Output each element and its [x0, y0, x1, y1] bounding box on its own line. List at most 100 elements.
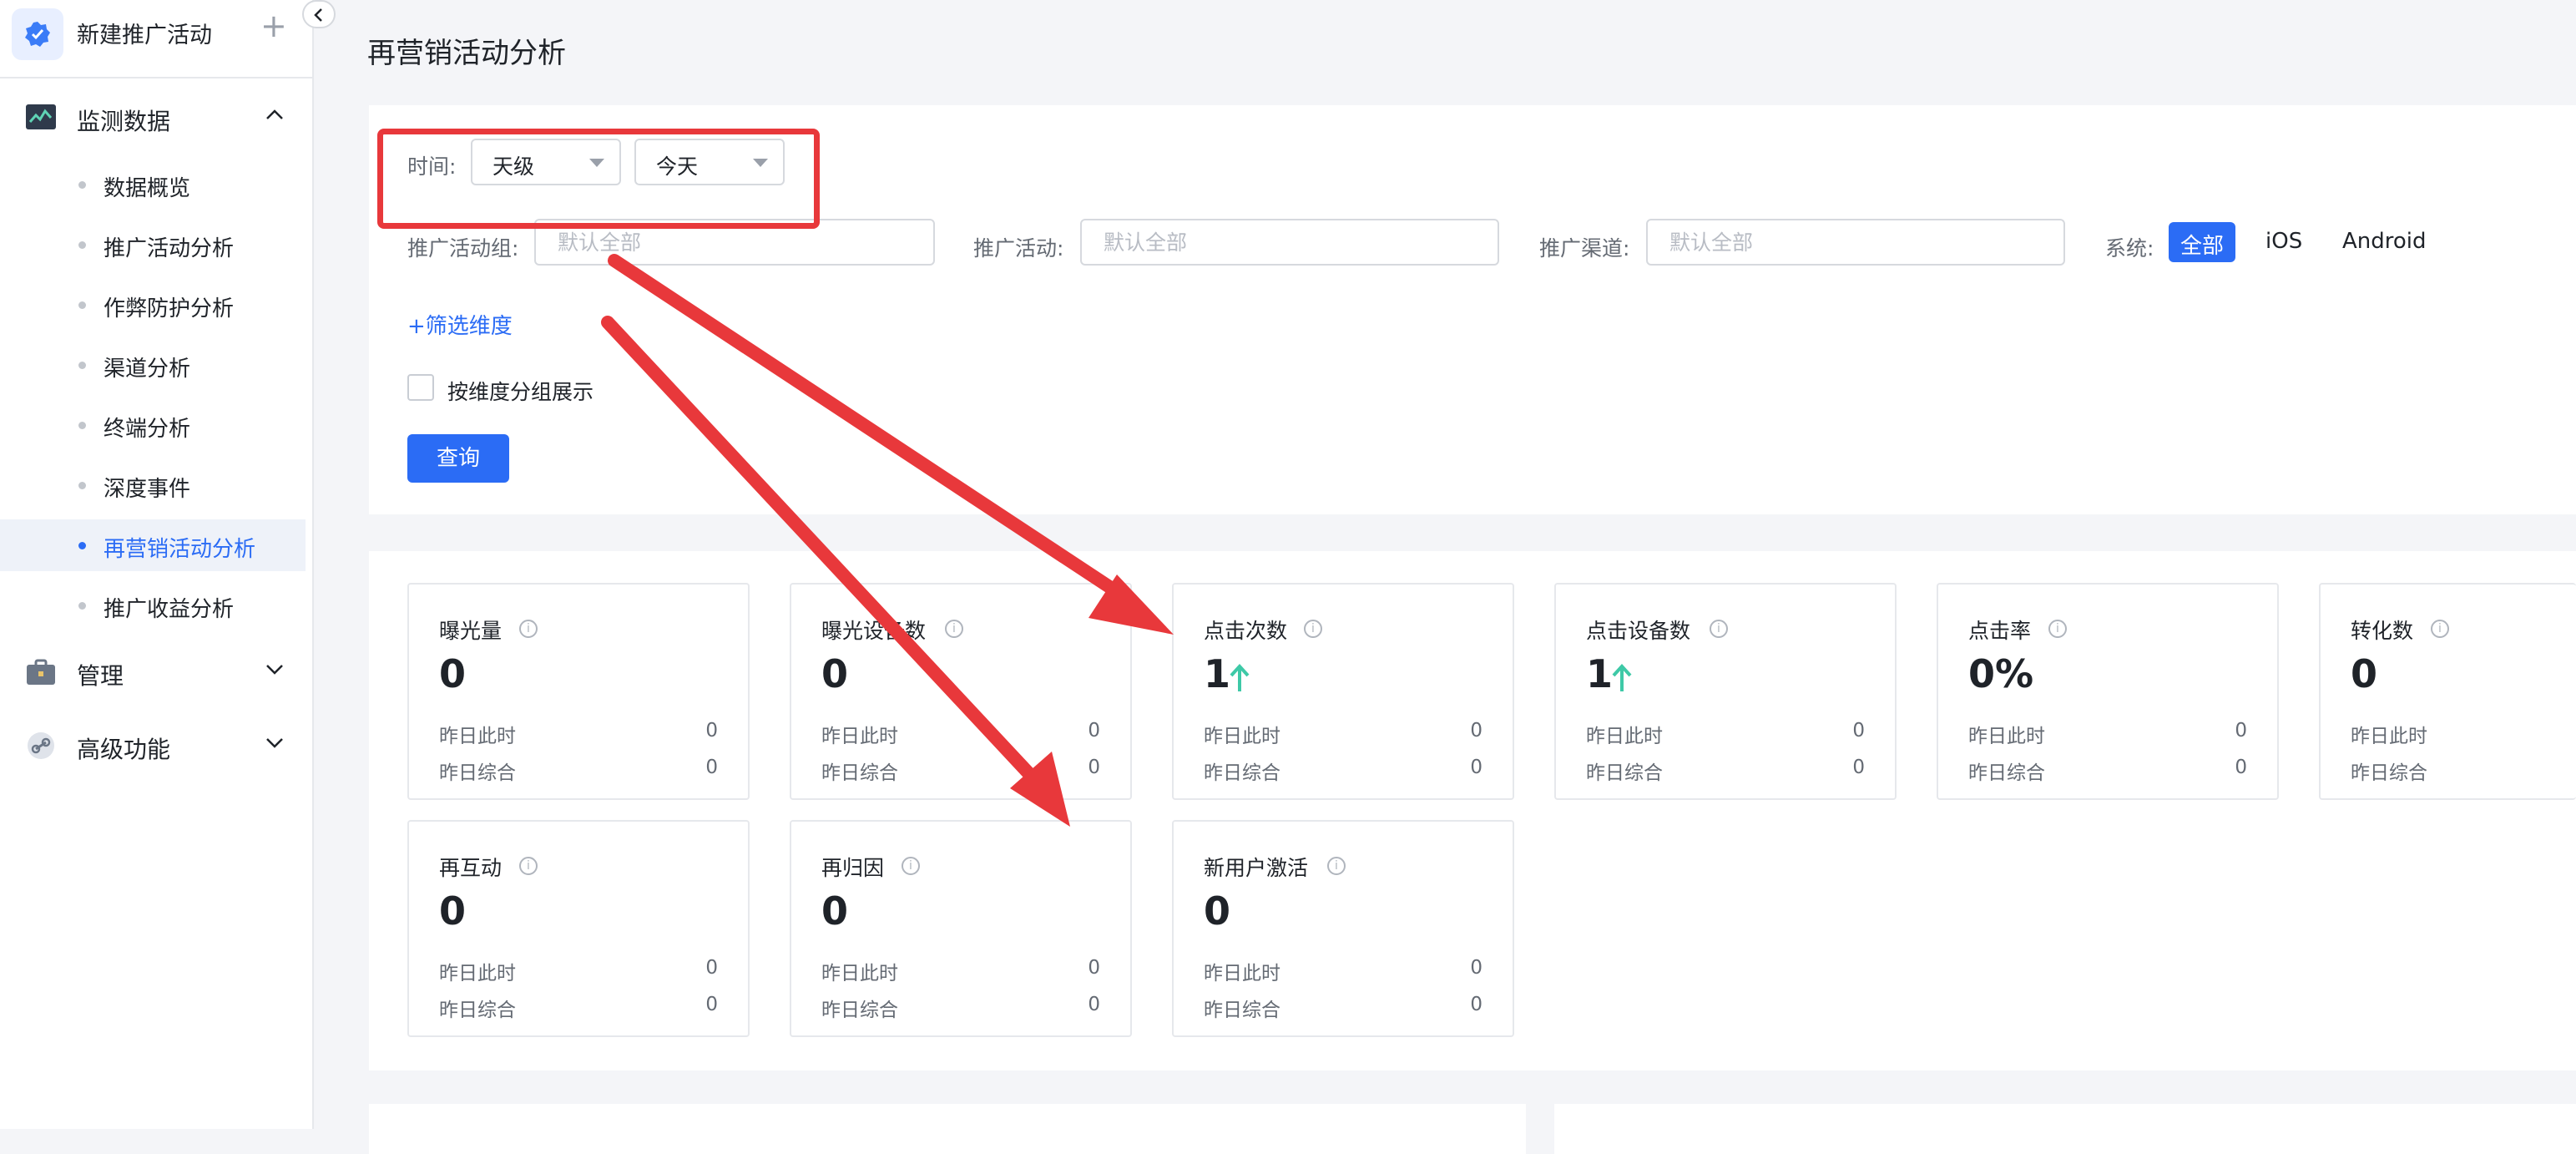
metric-value: 0%	[1968, 651, 2034, 696]
row-label: 昨日综合	[821, 762, 898, 784]
bullet-dot	[78, 181, 86, 189]
plus-icon[interactable]: +	[260, 10, 287, 42]
row-label: 昨日综合	[439, 1000, 516, 1021]
chevron-down-icon	[266, 665, 283, 675]
metric-value: 0	[439, 651, 467, 696]
trend-up-arrow-icon	[1612, 664, 1632, 691]
briefcase-icon	[25, 658, 57, 686]
row-label: 昨日综合	[1586, 762, 1663, 784]
channel-label: 推广渠道:	[1539, 236, 1630, 261]
sidebar-item-channel-analysis[interactable]: 渠道分析	[0, 339, 306, 391]
sidebar-item-fraud-analysis[interactable]: 作弊防护分析	[0, 279, 306, 331]
row-label: 昨日此时	[1204, 963, 1280, 984]
trend-up-arrow-icon	[1230, 664, 1250, 691]
nav-group-monitor[interactable]: 监测数据	[0, 89, 314, 145]
query-button[interactable]: 查询	[407, 434, 509, 483]
info-icon[interactable]: i	[945, 620, 963, 638]
metric-row-yesterday-total: 昨日综合 0	[439, 994, 718, 1021]
row-label: 昨日综合	[1204, 762, 1280, 784]
collapse-sidebar-button[interactable]	[302, 0, 336, 28]
metric-row-yesterday-total: 昨日综合 0	[439, 757, 718, 784]
info-icon[interactable]: i	[1304, 620, 1322, 638]
info-icon[interactable]: i	[519, 620, 538, 638]
metric-value: 0	[2351, 651, 2378, 696]
row-value: 0	[705, 994, 718, 1015]
bullet-dot	[78, 602, 86, 610]
row-label: 昨日此时	[821, 726, 898, 747]
sidebar-item-device-analysis[interactable]: 终端分析	[0, 399, 306, 451]
metric-title: 曝光量	[439, 619, 503, 643]
row-value: 0	[1088, 957, 1100, 979]
system-option-all[interactable]: 全部	[2169, 222, 2236, 262]
metric-title: 转化数	[2351, 619, 2414, 643]
sidebar: 新建推广活动 + 监测数据 数据概览 推广活动分析 作弊防护分析 渠道分析 终端…	[0, 0, 336, 1129]
row-value: 0	[1852, 757, 1865, 778]
sidebar-item-label: 推广活动分析	[104, 236, 235, 261]
metric-row-yesterday-total: 昨日综合 0	[821, 757, 1100, 784]
metric-card-new-user-activation: 新用户激活 i 0 昨日此时 0 昨日综合 0	[1172, 820, 1514, 1037]
metric-card-click-devices: 点击设备数 i 1 昨日此时 0 昨日综合 0	[1554, 583, 1897, 800]
info-icon[interactable]: i	[1710, 620, 1728, 638]
metric-row-yesterday-total: 昨日综合 0	[821, 994, 1100, 1021]
chevron-left-icon	[314, 8, 322, 22]
row-value: 0	[1470, 720, 1482, 741]
sidebar-item-campaign-analysis[interactable]: 推广活动分析	[0, 219, 306, 271]
system-label: 系统:	[2105, 236, 2154, 261]
row-label: 昨日此时	[1204, 726, 1280, 747]
nav-group-manage-label: 管理	[77, 662, 124, 690]
bullet-dot	[78, 241, 86, 249]
metric-card-re-engagement: 再互动 i 0 昨日此时 0 昨日综合 0	[407, 820, 750, 1037]
new-campaign-button[interactable]: 新建推广活动 +	[0, 0, 314, 78]
row-label: 昨日综合	[821, 1000, 898, 1021]
info-icon[interactable]: i	[519, 857, 538, 875]
sidebar-item-deep-events[interactable]: 深度事件	[0, 459, 306, 511]
metric-value: 1	[1204, 651, 1231, 696]
system-option-ios[interactable]: iOS	[2254, 222, 2314, 262]
row-value: 0	[1852, 720, 1865, 741]
metric-card-conversions: 转化数 i 0 昨日此时 昨日综合	[2319, 583, 2576, 800]
sidebar-item-label: 终端分析	[104, 417, 191, 442]
bullet-dot	[78, 542, 86, 549]
campaign-group-label: 推广活动组:	[407, 236, 519, 261]
sidebar-item-remarketing-analysis[interactable]: 再营销活动分析	[0, 519, 306, 571]
row-value: 0	[2235, 720, 2247, 741]
info-icon[interactable]: i	[2048, 620, 2067, 638]
sidebar-item-label: 渠道分析	[104, 357, 191, 382]
sidebar-item-revenue-analysis[interactable]: 推广收益分析	[0, 580, 306, 631]
row-label: 昨日综合	[1204, 1000, 1280, 1021]
info-icon[interactable]: i	[2431, 620, 2449, 638]
chevron-up-icon	[266, 109, 283, 119]
metric-card-re-attribution: 再归因 i 0 昨日此时 0 昨日综合 0	[790, 820, 1132, 1037]
metric-row-yesterday-total: 昨日综合 0	[1586, 757, 1865, 784]
metric-row-yesterday-same-time: 昨日此时 0	[1204, 957, 1482, 984]
row-value: 0	[705, 720, 718, 741]
system-option-android[interactable]: Android	[2331, 222, 2438, 262]
info-icon[interactable]: i	[1327, 857, 1346, 875]
metric-row-yesterday-same-time: 昨日此时 0	[1968, 720, 2247, 747]
link-icon	[25, 731, 57, 760]
row-label: 昨日综合	[2351, 762, 2427, 784]
add-dimension-link[interactable]: +筛选维度	[407, 309, 513, 340]
sidebar-item-overview[interactable]: 数据概览	[0, 159, 306, 210]
channel-input[interactable]	[1646, 219, 2065, 266]
campaign-input[interactable]	[1080, 219, 1499, 266]
row-value: 0	[705, 957, 718, 979]
row-value: 0	[1088, 757, 1100, 778]
nav-group-advanced[interactable]: 高级功能	[0, 716, 314, 773]
metric-title: 再互动	[439, 856, 503, 880]
row-value: 0	[1470, 757, 1482, 778]
metric-title: 点击次数	[1204, 619, 1288, 643]
group-by-checkbox[interactable]	[407, 374, 434, 401]
metric-value: 1	[1586, 651, 1614, 696]
sidebar-item-label: 深度事件	[104, 477, 191, 502]
metric-row-yesterday-total: 昨日综合	[2351, 757, 2546, 784]
page-title: 再营销活动分析	[367, 37, 566, 70]
info-icon[interactable]: i	[902, 857, 920, 875]
nav-group-manage[interactable]: 管理	[0, 643, 314, 700]
metric-row-yesterday-same-time: 昨日此时 0	[821, 957, 1100, 984]
new-campaign-label: 新建推广活动	[77, 23, 212, 48]
app-logo-icon	[12, 8, 63, 60]
bullet-dot	[78, 301, 86, 309]
row-value: 0	[1088, 720, 1100, 741]
metric-value: 0	[821, 651, 849, 696]
